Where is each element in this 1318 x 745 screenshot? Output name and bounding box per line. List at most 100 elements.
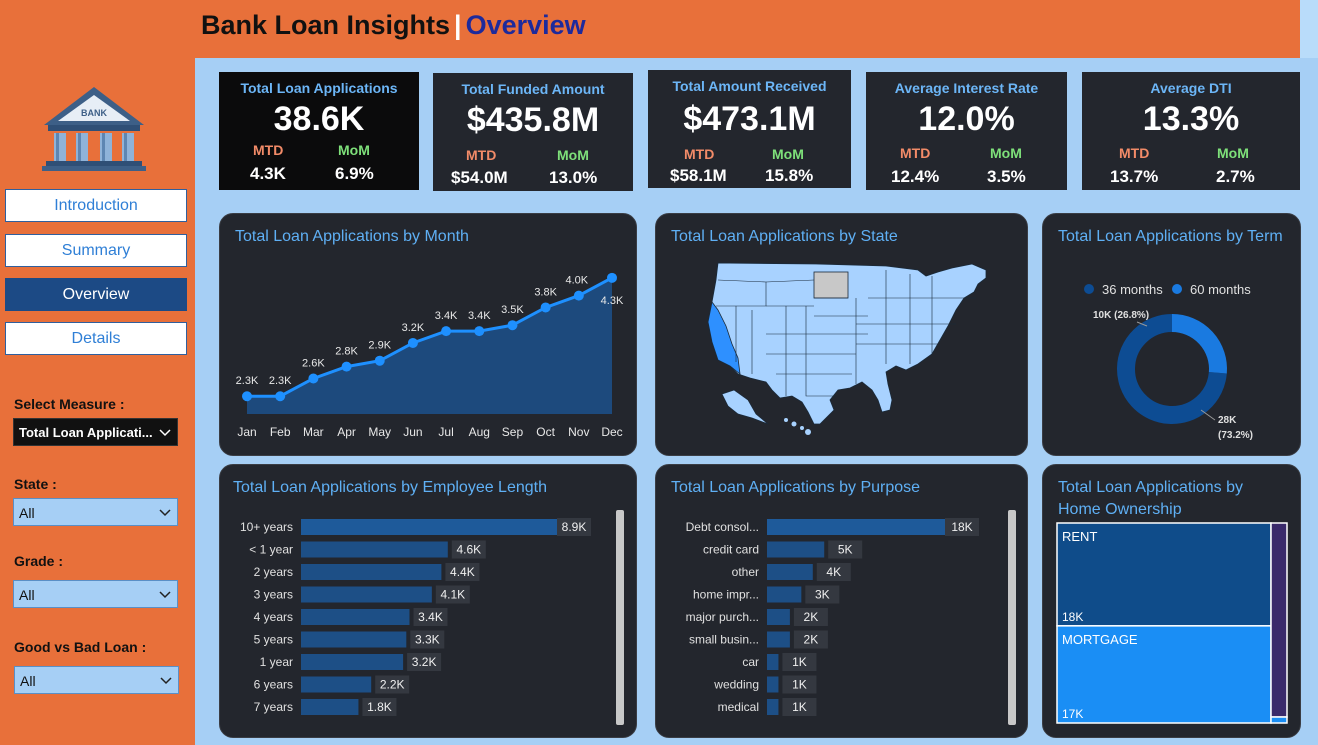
- bar-category-label: < 1 year: [249, 543, 293, 557]
- month-point: [242, 391, 252, 402]
- bar-data-label: 8.9K: [562, 520, 587, 534]
- good-bad-select[interactable]: All: [14, 666, 179, 694]
- kpi-mtd-value: 13.7%: [1110, 167, 1159, 186]
- bar: [301, 541, 448, 558]
- kpi-mom-label: MoM: [557, 147, 589, 163]
- bar-category-label: 7 years: [254, 700, 293, 714]
- kpi-value: 38.6K: [273, 100, 365, 138]
- kpi-mom-value: 3.5%: [987, 167, 1026, 186]
- chevron-down-icon: [159, 429, 171, 437]
- title-subtitle: Overview: [465, 10, 586, 40]
- kpi-mom-value: 2.7%: [1216, 167, 1255, 186]
- header-edge: [1300, 0, 1318, 58]
- month-data-label: 2.3K: [236, 375, 259, 387]
- month-area: [247, 277, 612, 414]
- grade-value: All: [19, 587, 35, 603]
- emp-bar-chart: 10+ years 8.9K < 1 year 4.6K 2 years 4.4K 3 ye…: [240, 510, 624, 725]
- kpi-mtd-value: $54.0M: [451, 168, 508, 187]
- good-bad-value: All: [20, 673, 36, 689]
- month-chart-card: Total Loan Applications by Month 2.3K Jan…: [219, 213, 637, 456]
- kpi-mtd-label: MTD: [1119, 145, 1150, 161]
- kpi-title: Total Amount Received: [672, 78, 827, 94]
- treemap-value: 18K: [1062, 610, 1083, 624]
- us-map-icon[interactable]: [656, 214, 1028, 456]
- month-point: [374, 355, 385, 366]
- kpi-interest-rate: Average Interest Rate 12.0% MTD MoM 12.4…: [866, 72, 1067, 190]
- month-tick-label: Nov: [568, 425, 589, 439]
- month-data-label: 3.4K: [435, 310, 458, 322]
- home-treemap-chart: RENT 18K MORTGAGE 17K: [1056, 522, 1288, 724]
- kpi-title: Total Funded Amount: [461, 81, 605, 97]
- kpi-mom-value: 15.8%: [765, 166, 814, 185]
- bar-data-label: 5K: [838, 543, 853, 557]
- kpi-value: 13.3%: [1142, 100, 1240, 138]
- donut-data-label: (73.2%): [1218, 430, 1253, 441]
- donut-data-label: 28K: [1218, 415, 1237, 426]
- month-data-label: 3.4K: [468, 310, 491, 322]
- emp-chart-card: Total Loan Applications by Employee Leng…: [219, 464, 637, 738]
- nav-introduction-button[interactable]: Introduction: [5, 189, 187, 222]
- kpi-funded-amount: Total Funded Amount $435.8M MTD MoM $54.…: [433, 73, 633, 191]
- scrollbar: [1008, 510, 1016, 725]
- month-data-label: 3.5K: [501, 304, 524, 316]
- bar-data-label: 3K: [815, 588, 830, 602]
- term-donut-chart: 36 months 60 months 10K (26.8%) 28K (73.2%): [1084, 282, 1253, 441]
- legend-label: 60 months: [1190, 282, 1251, 297]
- kpi-mom-label: MoM: [1217, 145, 1249, 161]
- month-point: [308, 373, 319, 384]
- legend-marker: [1084, 284, 1094, 294]
- bar-data-label: 3.3K: [415, 633, 440, 647]
- month-data-label: 2.8K: [335, 346, 358, 358]
- bar-data-label: 1K: [792, 655, 807, 669]
- month-tick-label: Sep: [502, 425, 524, 439]
- logo-text: BANK: [81, 108, 107, 118]
- kpi-value: 12.0%: [918, 100, 1015, 138]
- nav-overview-button[interactable]: Overview: [5, 278, 187, 311]
- kpi-value: $473.1M: [683, 100, 816, 138]
- month-tick-label: Jul: [438, 425, 453, 439]
- bar: [301, 699, 359, 715]
- bar-category-label: 2 years: [254, 565, 293, 579]
- kpi-title: Average Interest Rate: [894, 80, 1039, 96]
- bar: [301, 654, 404, 670]
- month-point: [474, 326, 485, 337]
- month-point: [275, 391, 286, 402]
- purpose-bar-chart: Debt consol... 18K credit card 5K other 4K hom…: [686, 510, 1016, 725]
- grade-select[interactable]: All: [13, 580, 178, 608]
- measure-select[interactable]: Total Loan Applicati...: [13, 418, 178, 446]
- bank-logo-icon: BANK: [42, 87, 146, 171]
- title-separator: |: [454, 10, 462, 40]
- treemap-label: MORTGAGE: [1062, 632, 1138, 647]
- scrollbar: [616, 510, 624, 725]
- kpi-mtd-label: MTD: [900, 145, 931, 161]
- purpose-chart-card: Total Loan Applications by Purpose Debt …: [655, 464, 1028, 738]
- nav-summary-button[interactable]: Summary: [5, 234, 187, 267]
- kpi-mtd-label: MTD: [466, 147, 497, 163]
- bar-category-label: Debt consol...: [686, 520, 759, 534]
- bar-category-label: 3 years: [254, 588, 293, 602]
- month-data-label: 3.2K: [402, 322, 425, 334]
- chevron-down-icon: [159, 509, 171, 517]
- sidebar: BANK Introduction Summary Overview Detai…: [0, 58, 195, 745]
- month-data-label: 4.3K: [601, 295, 624, 307]
- month-point: [341, 361, 352, 372]
- bar-data-label: 2K: [804, 633, 819, 647]
- kpi-title: Average DTI: [1150, 80, 1232, 96]
- dashboard: Bank Loan Insights | Overview BANK Introdu…: [0, 0, 1318, 745]
- legend-label: 36 months: [1102, 282, 1163, 297]
- bar-category-label: wedding: [713, 678, 759, 692]
- month-data-label: 4.0K: [565, 275, 588, 287]
- term-chart-card: Total Loan Applications by Term 36 month…: [1042, 213, 1301, 456]
- bar-category-label: small busin...: [689, 633, 759, 647]
- bar-data-label: 4.6K: [456, 543, 481, 557]
- nav-details-button[interactable]: Details: [5, 322, 187, 355]
- donut-leader: [1200, 409, 1216, 421]
- state-value: All: [19, 505, 35, 521]
- measure-value: Total Loan Applicati...: [19, 425, 153, 440]
- bar-category-label: 10+ years: [240, 520, 293, 534]
- home-chart-card: Total Loan Applications by Home Ownershi…: [1042, 464, 1301, 738]
- treemap-label: RENT: [1062, 529, 1097, 544]
- state-select[interactable]: All: [13, 498, 178, 526]
- month-area-chart: 2.3K Jan 2.3K Feb 2.6K Mar 2.8K Apr 2.9K May 3.2K J…: [236, 272, 624, 439]
- treemap-tile: [1270, 522, 1288, 718]
